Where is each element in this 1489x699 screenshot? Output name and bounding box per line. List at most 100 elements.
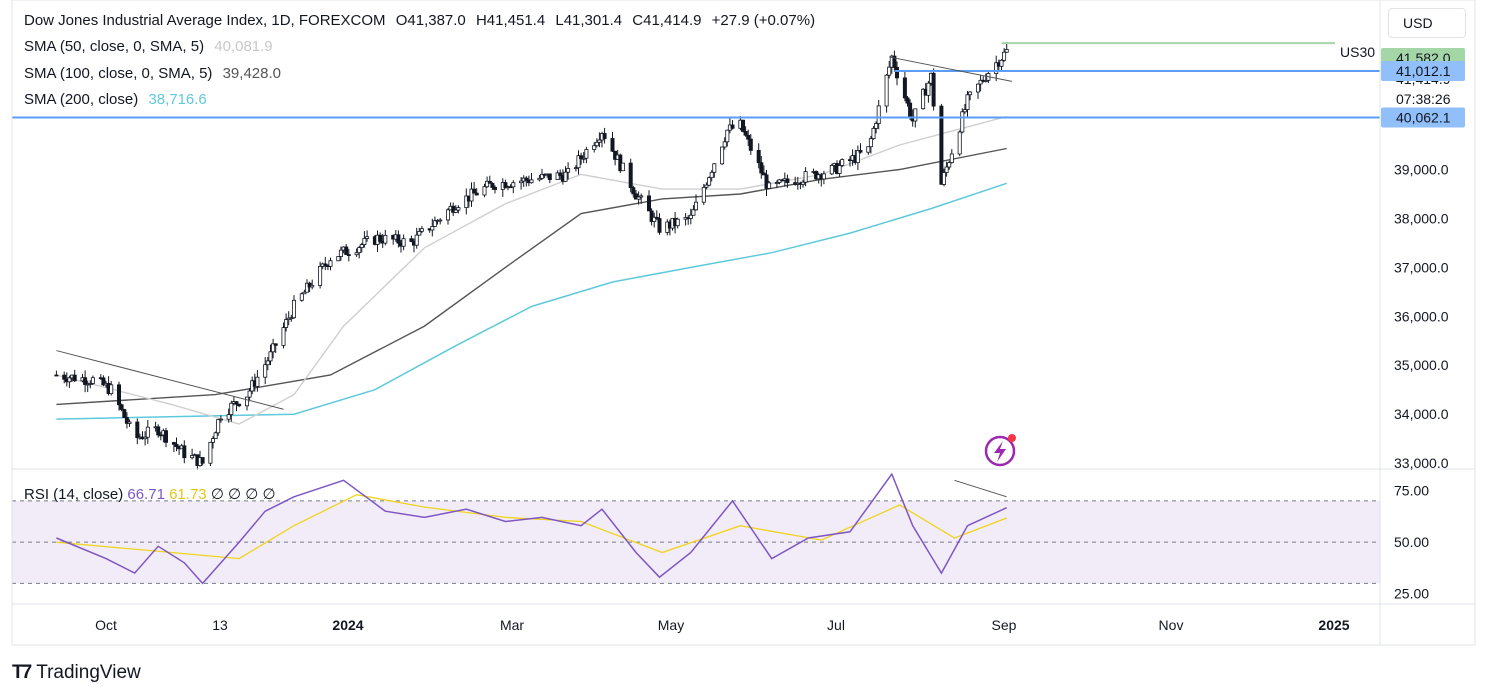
candle-body: [122, 409, 127, 418]
candle-body: [887, 66, 892, 76]
candle-body: [694, 201, 699, 211]
candle-body: [362, 238, 367, 245]
candle-body: [291, 299, 296, 319]
candle-body: [767, 182, 772, 189]
candle-body: [357, 247, 362, 254]
candle-body: [707, 177, 712, 186]
sma100-value: 39,428.0: [222, 65, 281, 82]
candle-body: [944, 166, 949, 173]
candle-body: [511, 182, 516, 188]
sma200-label: SMA (200, close): [24, 91, 139, 108]
date-tick-label: Jul: [827, 617, 845, 633]
candle-body: [547, 173, 552, 180]
price-pane[interactable]: US30: [12, 42, 1380, 470]
price-marker-label: 41,012.1: [1396, 63, 1451, 79]
candle-body: [383, 234, 388, 244]
candle-body: [657, 218, 662, 233]
candle-body: [759, 162, 764, 174]
price-tick-label: 37,000.0: [1394, 259, 1449, 275]
price-tick-label: 39,000.0: [1394, 161, 1449, 177]
candle-body: [866, 146, 871, 153]
candle-body: [968, 91, 973, 96]
candle-body: [156, 426, 161, 436]
candle-body: [438, 219, 443, 222]
candle-body: [620, 162, 625, 172]
candle-body: [216, 419, 221, 434]
symbol-tag: US30: [1340, 44, 1375, 60]
symbol-title: Dow Jones Industrial Average Index, 1D, …: [24, 12, 386, 29]
price-tick-label: 34,000.0: [1394, 406, 1449, 422]
candle-body: [263, 364, 268, 378]
candle-body: [90, 377, 95, 384]
price-tick-label: 38,000.0: [1394, 210, 1449, 226]
price-tick-label: 35,000.0: [1394, 357, 1449, 373]
sma50-value: 40,081.9: [214, 38, 273, 55]
rsi-trendline[interactable]: [954, 479, 1007, 498]
candle-body: [492, 186, 497, 190]
candle-body: [273, 343, 278, 346]
candle-body: [72, 374, 77, 382]
candle-body: [868, 138, 873, 148]
close-value: 41,414.9: [643, 12, 702, 29]
candle-body: [701, 186, 706, 203]
candle-body: [874, 123, 879, 129]
trendline[interactable]: [889, 56, 1012, 82]
candle-body: [445, 209, 450, 221]
sma50-line: [56, 115, 1007, 425]
tradingview-logo[interactable]: T7 TradingView: [12, 662, 141, 684]
candle-body: [117, 384, 122, 406]
candle-body: [419, 228, 424, 232]
flash-icon[interactable]: [984, 434, 1016, 467]
date-tick-label: Oct: [95, 617, 117, 633]
candle-body: [748, 138, 753, 151]
candle-body: [610, 138, 615, 152]
brand-name: TradingView: [36, 662, 141, 683]
date-tick-label: May: [658, 617, 684, 633]
candle-body: [208, 441, 213, 464]
sma200-value: 38,716.6: [148, 91, 207, 108]
candle-body: [720, 146, 725, 165]
candle-body: [359, 244, 364, 249]
price-marker-label: 40,062.1: [1396, 110, 1451, 126]
candle-body: [1004, 49, 1009, 53]
candle-body: [999, 59, 1004, 67]
rsi-value: 66.71: [127, 486, 165, 503]
candle-body: [490, 182, 495, 188]
sma50-legend[interactable]: SMA (50, close, 0, SMA, 5) 40,081.9: [24, 38, 279, 55]
candle-body: [725, 129, 730, 143]
candle-body: [905, 97, 910, 104]
candle-body: [926, 82, 931, 96]
rsi-legend[interactable]: RSI (14, close) 66.71 61.73 ∅ ∅ ∅ ∅: [24, 485, 276, 503]
candle-body: [346, 254, 351, 257]
candle-body: [876, 105, 881, 124]
date-tick-label: Sep: [992, 617, 1017, 633]
candle-body: [746, 134, 751, 140]
candle-body: [858, 150, 863, 153]
currency-button[interactable]: USD: [1388, 8, 1466, 38]
symbol-legend[interactable]: Dow Jones Industrial Average Index, 1D, …: [24, 12, 821, 29]
candle-body: [957, 131, 962, 155]
candle-body: [712, 163, 717, 173]
candle-body: [265, 360, 270, 366]
candle-body: [803, 171, 808, 183]
sma200-line: [56, 182, 1007, 420]
candle-body: [949, 153, 954, 164]
trendline[interactable]: [56, 350, 284, 410]
candle-body: [628, 162, 633, 189]
sma100-legend[interactable]: SMA (100, close, 0, SMA, 5) 39,428.0: [24, 65, 287, 82]
candle-body: [456, 207, 461, 211]
candle-body: [722, 141, 727, 148]
candle-body: [226, 414, 231, 420]
candle-body: [840, 159, 845, 166]
tradingview-logo-icon: T7: [12, 662, 32, 683]
candle-body: [829, 164, 834, 175]
candle-body: [837, 165, 842, 174]
date-tick-label: Nov: [1159, 617, 1184, 633]
chart-canvas[interactable]: US30 39,000.0 38,000.0 37,000.0 36,000.0 35,…: [0, 0, 1489, 699]
candle-body: [281, 327, 286, 346]
sma200-legend[interactable]: SMA (200, close) 38,716.6: [24, 91, 213, 108]
candle-body: [328, 260, 333, 267]
candle-body: [584, 149, 589, 159]
candle-body: [592, 145, 597, 150]
candle-body: [647, 195, 652, 212]
